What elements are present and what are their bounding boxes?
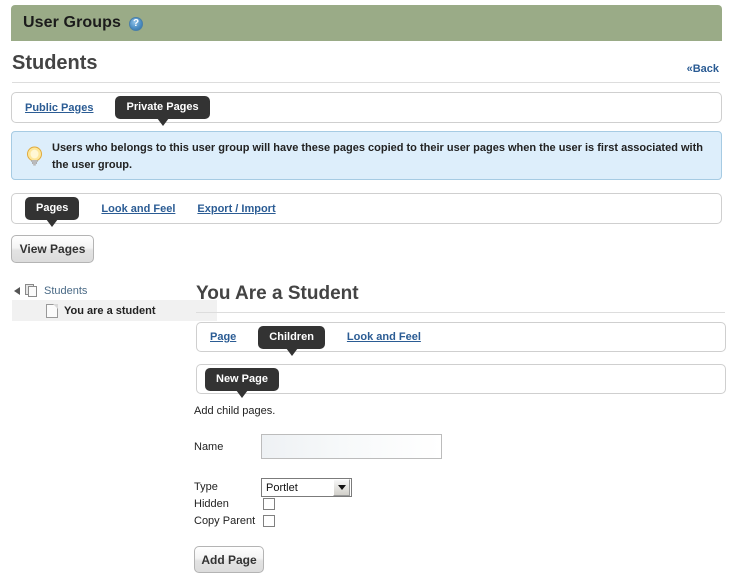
tab-new-page[interactable]: New Page — [205, 367, 279, 398]
content-tabs-panel: Page Children Look and Feel — [196, 322, 726, 356]
form-note: Add child pages. — [194, 405, 276, 417]
portlet-title: User Groups — [23, 14, 122, 31]
notice-text: Users who belongs to this user group wil… — [52, 142, 703, 171]
tree-row-students[interactable]: Students — [10, 281, 190, 300]
help-circle-icon[interactable]: ? — [129, 17, 144, 31]
content-tabs: Page Children Look and Feel — [197, 323, 725, 356]
back-link[interactable]: «Back — [687, 63, 719, 75]
tab-look-and-feel[interactable]: Look and Feel — [101, 203, 175, 215]
tab-pages[interactable]: Pages — [25, 197, 80, 227]
type-label: Type — [194, 481, 218, 493]
page-title: Students — [12, 52, 98, 74]
tab-content-look-and-feel[interactable]: Look and Feel — [347, 331, 421, 343]
chevron-down-icon[interactable] — [333, 479, 350, 496]
content-title: You Are a Student — [196, 283, 359, 304]
section-tabs-panel: Pages Look and Feel Export / Import — [11, 193, 722, 227]
content-divider — [196, 312, 725, 313]
portlet-title-bar: User Groups ? — [11, 5, 722, 41]
triangle-collapse-icon[interactable] — [14, 286, 20, 295]
page-icon — [46, 303, 58, 318]
tree-label-you-are-a-student[interactable]: You are a student — [64, 305, 155, 317]
scope-tabs: Public Pages Private Pages — [12, 93, 721, 126]
heading-divider — [12, 82, 720, 83]
scope-tabs-panel: Public Pages Private Pages — [11, 92, 722, 126]
new-page-tabs-panel: New Page — [196, 364, 726, 398]
add-page-button[interactable]: Add Page — [194, 546, 264, 573]
page-tree: Students You are a student — [10, 281, 217, 321]
copy-parent-checkbox[interactable] — [263, 515, 275, 527]
view-pages-button[interactable]: View Pages — [11, 235, 94, 263]
tab-private-pages[interactable]: Private Pages — [115, 96, 210, 126]
copy-parent-label: Copy Parent — [194, 515, 256, 527]
tree-label-students[interactable]: Students — [44, 285, 87, 297]
page-root: User Groups ? Students «Back Public Page… — [0, 0, 731, 579]
lightbulb-icon — [27, 146, 42, 166]
new-page-tabs: New Page — [197, 365, 725, 398]
tab-public-pages[interactable]: Public Pages — [25, 102, 93, 114]
tree-row-you-are-a-student[interactable]: You are a student — [12, 300, 217, 321]
tab-children[interactable]: Children — [258, 325, 325, 356]
info-notice: Users who belongs to this user group wil… — [11, 131, 722, 180]
hidden-checkbox[interactable] — [263, 498, 275, 510]
name-label: Name — [194, 441, 224, 453]
type-select[interactable]: Portlet — [261, 478, 352, 497]
stacked-pages-icon — [25, 283, 38, 298]
tab-export-import[interactable]: Export / Import — [197, 203, 275, 215]
name-input[interactable] — [261, 434, 442, 459]
hidden-label: Hidden — [194, 498, 229, 510]
type-select-value: Portlet — [266, 481, 298, 494]
tab-page[interactable]: Page — [210, 331, 236, 343]
section-tabs: Pages Look and Feel Export / Import — [12, 194, 721, 227]
